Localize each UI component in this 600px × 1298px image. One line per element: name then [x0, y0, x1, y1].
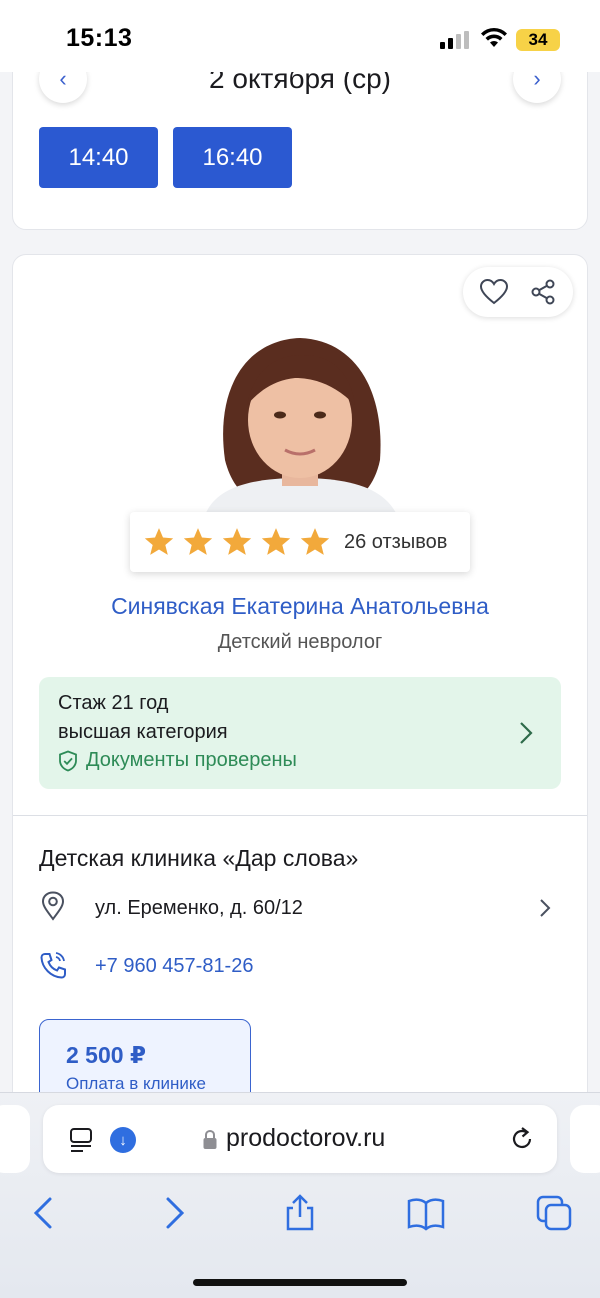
documents-verified: Документы проверены	[58, 749, 297, 772]
doctor-name[interactable]: Синявская Екатерина Анатольевна	[13, 593, 587, 620]
next-tab-preview[interactable]	[570, 1105, 600, 1173]
tabs-icon[interactable]	[534, 1193, 574, 1233]
verified-label: Документы проверены	[86, 749, 297, 771]
shield-check-icon	[59, 750, 77, 771]
divider	[13, 815, 587, 816]
reader-icon[interactable]	[69, 1127, 93, 1153]
wifi-icon	[481, 27, 507, 47]
clinic-phone[interactable]: +7 960 457-81-26	[95, 955, 253, 978]
chevron-right-icon	[520, 722, 533, 744]
bookmarks-icon[interactable]	[406, 1193, 446, 1233]
clinic-address[interactable]: ул. Еременко, д. 60/12	[95, 897, 303, 920]
url-text[interactable]: prodoctorov.ru	[226, 1124, 385, 1153]
doctor-card: 26 отзывов Синявская Екатерина Анатольев…	[12, 254, 588, 1156]
time-slot-button[interactable]: 16:40	[173, 127, 292, 188]
clinic-name[interactable]: Детская клиника «Дар слова»	[39, 845, 358, 872]
star-icon	[222, 527, 252, 555]
doctor-photo	[185, 310, 416, 515]
address-bar[interactable]: ↓ prodoctorov.ru	[43, 1105, 557, 1173]
cellular-signal-icon	[440, 31, 469, 49]
battery-indicator: 34	[516, 29, 560, 51]
back-icon[interactable]	[24, 1193, 64, 1233]
heart-icon[interactable]	[479, 278, 509, 306]
phone-icon	[40, 952, 66, 979]
price-amount: 2 500 ₽	[66, 1042, 146, 1068]
star-icon	[300, 527, 330, 555]
status-time: 15:13	[66, 24, 133, 52]
star-icon	[144, 527, 174, 555]
download-icon[interactable]: ↓	[110, 1127, 136, 1153]
star-icon	[183, 527, 213, 555]
category-text: высшая категория	[58, 721, 228, 743]
experience-text: Стаж 21 год	[58, 692, 169, 714]
share-sheet-icon[interactable]	[280, 1193, 320, 1233]
previous-tab-preview[interactable]	[0, 1105, 30, 1173]
rating-stars	[142, 526, 332, 559]
rating-summary[interactable]: 26 отзывов	[130, 512, 470, 572]
reload-icon[interactable]	[508, 1125, 536, 1153]
home-indicator[interactable]	[193, 1279, 407, 1286]
lock-icon	[203, 1129, 217, 1149]
share-icon[interactable]	[529, 278, 557, 306]
qualification-box[interactable]: Стаж 21 год высшая категория Документы п…	[39, 677, 561, 789]
card-actions	[463, 267, 573, 317]
status-bar: 15:13 34	[0, 0, 600, 72]
chevron-right-icon[interactable]	[539, 898, 551, 918]
doctor-specialty: Детский невролог	[217, 631, 383, 653]
payment-note: Оплата в клинике	[66, 1074, 206, 1093]
time-slot-button[interactable]: 14:40	[39, 127, 158, 188]
location-pin-icon	[41, 891, 65, 921]
star-icon	[261, 527, 291, 555]
browser-toolbar: ↓ prodoctorov.ru	[0, 1092, 600, 1298]
forward-icon[interactable]	[154, 1193, 194, 1233]
reviews-count: 26 отзывов	[344, 530, 448, 553]
